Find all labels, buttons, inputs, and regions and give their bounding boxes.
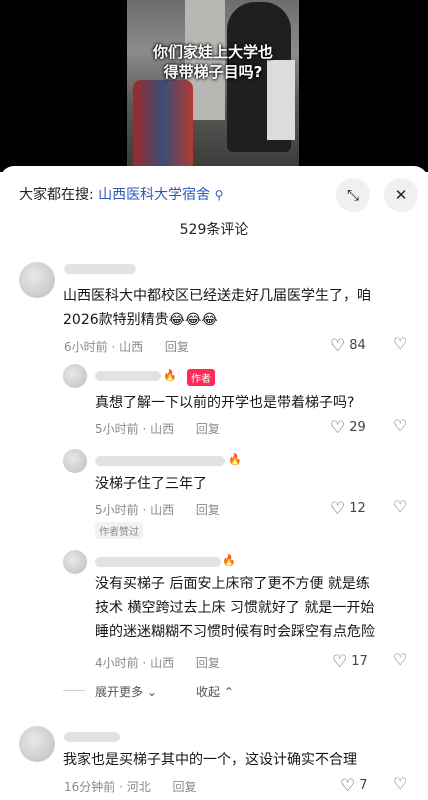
minimize-icon: ⤡: [346, 186, 359, 204]
close-button[interactable]: ✕: [384, 178, 418, 212]
comment-meta: 5小时前 · 山西 回复: [95, 501, 220, 518]
dislike-icon[interactable]: ♡: [393, 650, 407, 669]
avatar[interactable]: [19, 726, 55, 762]
comment-sheet: 大家都在搜: 山西医科大学宿舍 ⚲ ⤡ ✕ 529条评论 山西医科大中都校区已经…: [0, 166, 428, 800]
like-button[interactable]: ♡ 7: [340, 776, 368, 796]
username[interactable]: [95, 371, 161, 381]
heart-icon: ♡: [330, 418, 346, 438]
dislike-icon[interactable]: ♡: [393, 416, 407, 435]
search-suggestion[interactable]: 大家都在搜: 山西医科大学宿舍 ⚲: [19, 184, 223, 204]
heart-icon: ♡: [332, 652, 348, 672]
avatar[interactable]: [19, 262, 55, 298]
comment-text: 山西医科大中都校区已经送走好几届医学生了，咱 2026款特别精贵😂😂😂: [63, 284, 371, 332]
comment-meta: 6小时前 · 山西 回复: [64, 338, 189, 355]
video-caption-line1: 你们家娃上大学也: [152, 43, 273, 61]
username[interactable]: [64, 732, 120, 742]
reply-button[interactable]: 回复: [196, 656, 220, 670]
heart-icon: ♡: [340, 776, 356, 796]
username[interactable]: [95, 557, 221, 567]
comment-text-line1: 没有买梯子 后面安上床帘了更不方便 就是练: [95, 576, 370, 592]
reply-button[interactable]: 回复: [196, 422, 220, 436]
search-icon: ⚲: [214, 188, 224, 202]
avatar[interactable]: [63, 364, 87, 388]
reply-button[interactable]: 回复: [196, 503, 220, 517]
comment-meta: 5小时前 · 山西 回复: [95, 420, 220, 437]
search-query-link[interactable]: 山西医科大学宿舍: [98, 187, 210, 203]
thread-divider: [63, 690, 85, 691]
dislike-icon[interactable]: ♡: [393, 334, 407, 353]
comment-time: 4小时前 · 山西: [95, 656, 175, 670]
avatar[interactable]: [63, 550, 87, 574]
username[interactable]: [95, 456, 225, 466]
comment-time: 6小时前 · 山西: [64, 340, 144, 354]
comment-time: 5小时前 · 山西: [95, 503, 175, 517]
username[interactable]: [64, 264, 136, 274]
video-frame: [127, 0, 299, 172]
heart-icon: ♡: [330, 499, 346, 519]
collapse-replies-button[interactable]: 收起 ⌃: [196, 683, 234, 700]
close-icon: ✕: [394, 186, 408, 204]
comment-text-line2: 技术 横空跨过去上床 习惯就好了 就是一开始: [95, 600, 375, 616]
like-button[interactable]: ♡ 29: [330, 418, 366, 438]
heart-icon: ♡: [330, 336, 346, 356]
comment-text: 真想了解一下以前的开学也是带着梯子吗?: [95, 395, 355, 411]
reply-button[interactable]: 回复: [165, 340, 189, 354]
comment-text: 我家也是买梯子其中的一个，这设计确实不合理: [63, 752, 357, 768]
like-count: 7: [359, 778, 368, 793]
comment-text: 没梯子住了三年了: [95, 476, 207, 492]
comment-text: 没有买梯子 后面安上床帘了更不方便 就是练 技术 横空跨过去上床 习惯就好了 就…: [95, 572, 375, 644]
dislike-icon[interactable]: ♡: [393, 497, 407, 516]
comment-meta: 4小时前 · 山西 回复: [95, 654, 220, 671]
like-count: 29: [349, 420, 366, 435]
like-count: 12: [349, 501, 366, 516]
like-count: 17: [351, 654, 368, 669]
video-caption: 你们家娃上大学也 得带梯子目吗?: [127, 42, 299, 82]
comment-count: 529条评论: [179, 222, 249, 238]
author-liked-badge: 作者赞过: [95, 522, 143, 539]
avatar[interactable]: [63, 449, 87, 473]
like-count: 84: [349, 338, 366, 353]
fire-icon: 🔥: [163, 369, 177, 382]
video-bag: [133, 80, 193, 172]
like-button[interactable]: ♡ 12: [330, 499, 366, 519]
comment-text-line1: 山西医科大中都校区已经送走好几届医学生了，咱: [63, 288, 371, 304]
comment-time: 5小时前 · 山西: [95, 422, 175, 436]
expand-replies-button[interactable]: 展开更多 ⌄: [95, 683, 157, 700]
search-prefix: 大家都在搜:: [19, 187, 94, 203]
author-tag: 作者: [187, 369, 215, 386]
comment-text-line2: 2026款特别精贵😂😂😂: [63, 312, 218, 328]
dislike-icon[interactable]: ♡: [393, 774, 407, 793]
comment-time: 16分钟前 · 河北: [64, 780, 151, 794]
comment-meta: 16分钟前 · 河北 回复: [64, 778, 197, 795]
video-caption-line2: 得带梯子目吗?: [163, 63, 263, 81]
minimize-button[interactable]: ⤡: [336, 178, 370, 212]
reply-button[interactable]: 回复: [173, 780, 197, 794]
like-button[interactable]: ♡ 17: [332, 652, 368, 672]
video-player[interactable]: 你们家娃上大学也 得带梯子目吗?: [0, 0, 428, 172]
like-button[interactable]: ♡ 84: [330, 336, 366, 356]
fire-icon: 🔥: [222, 554, 236, 567]
fire-icon: 🔥: [228, 453, 242, 466]
comment-text-line3: 睡的迷迷糊糊不习惯时候有时会踩空有点危险: [95, 624, 375, 640]
